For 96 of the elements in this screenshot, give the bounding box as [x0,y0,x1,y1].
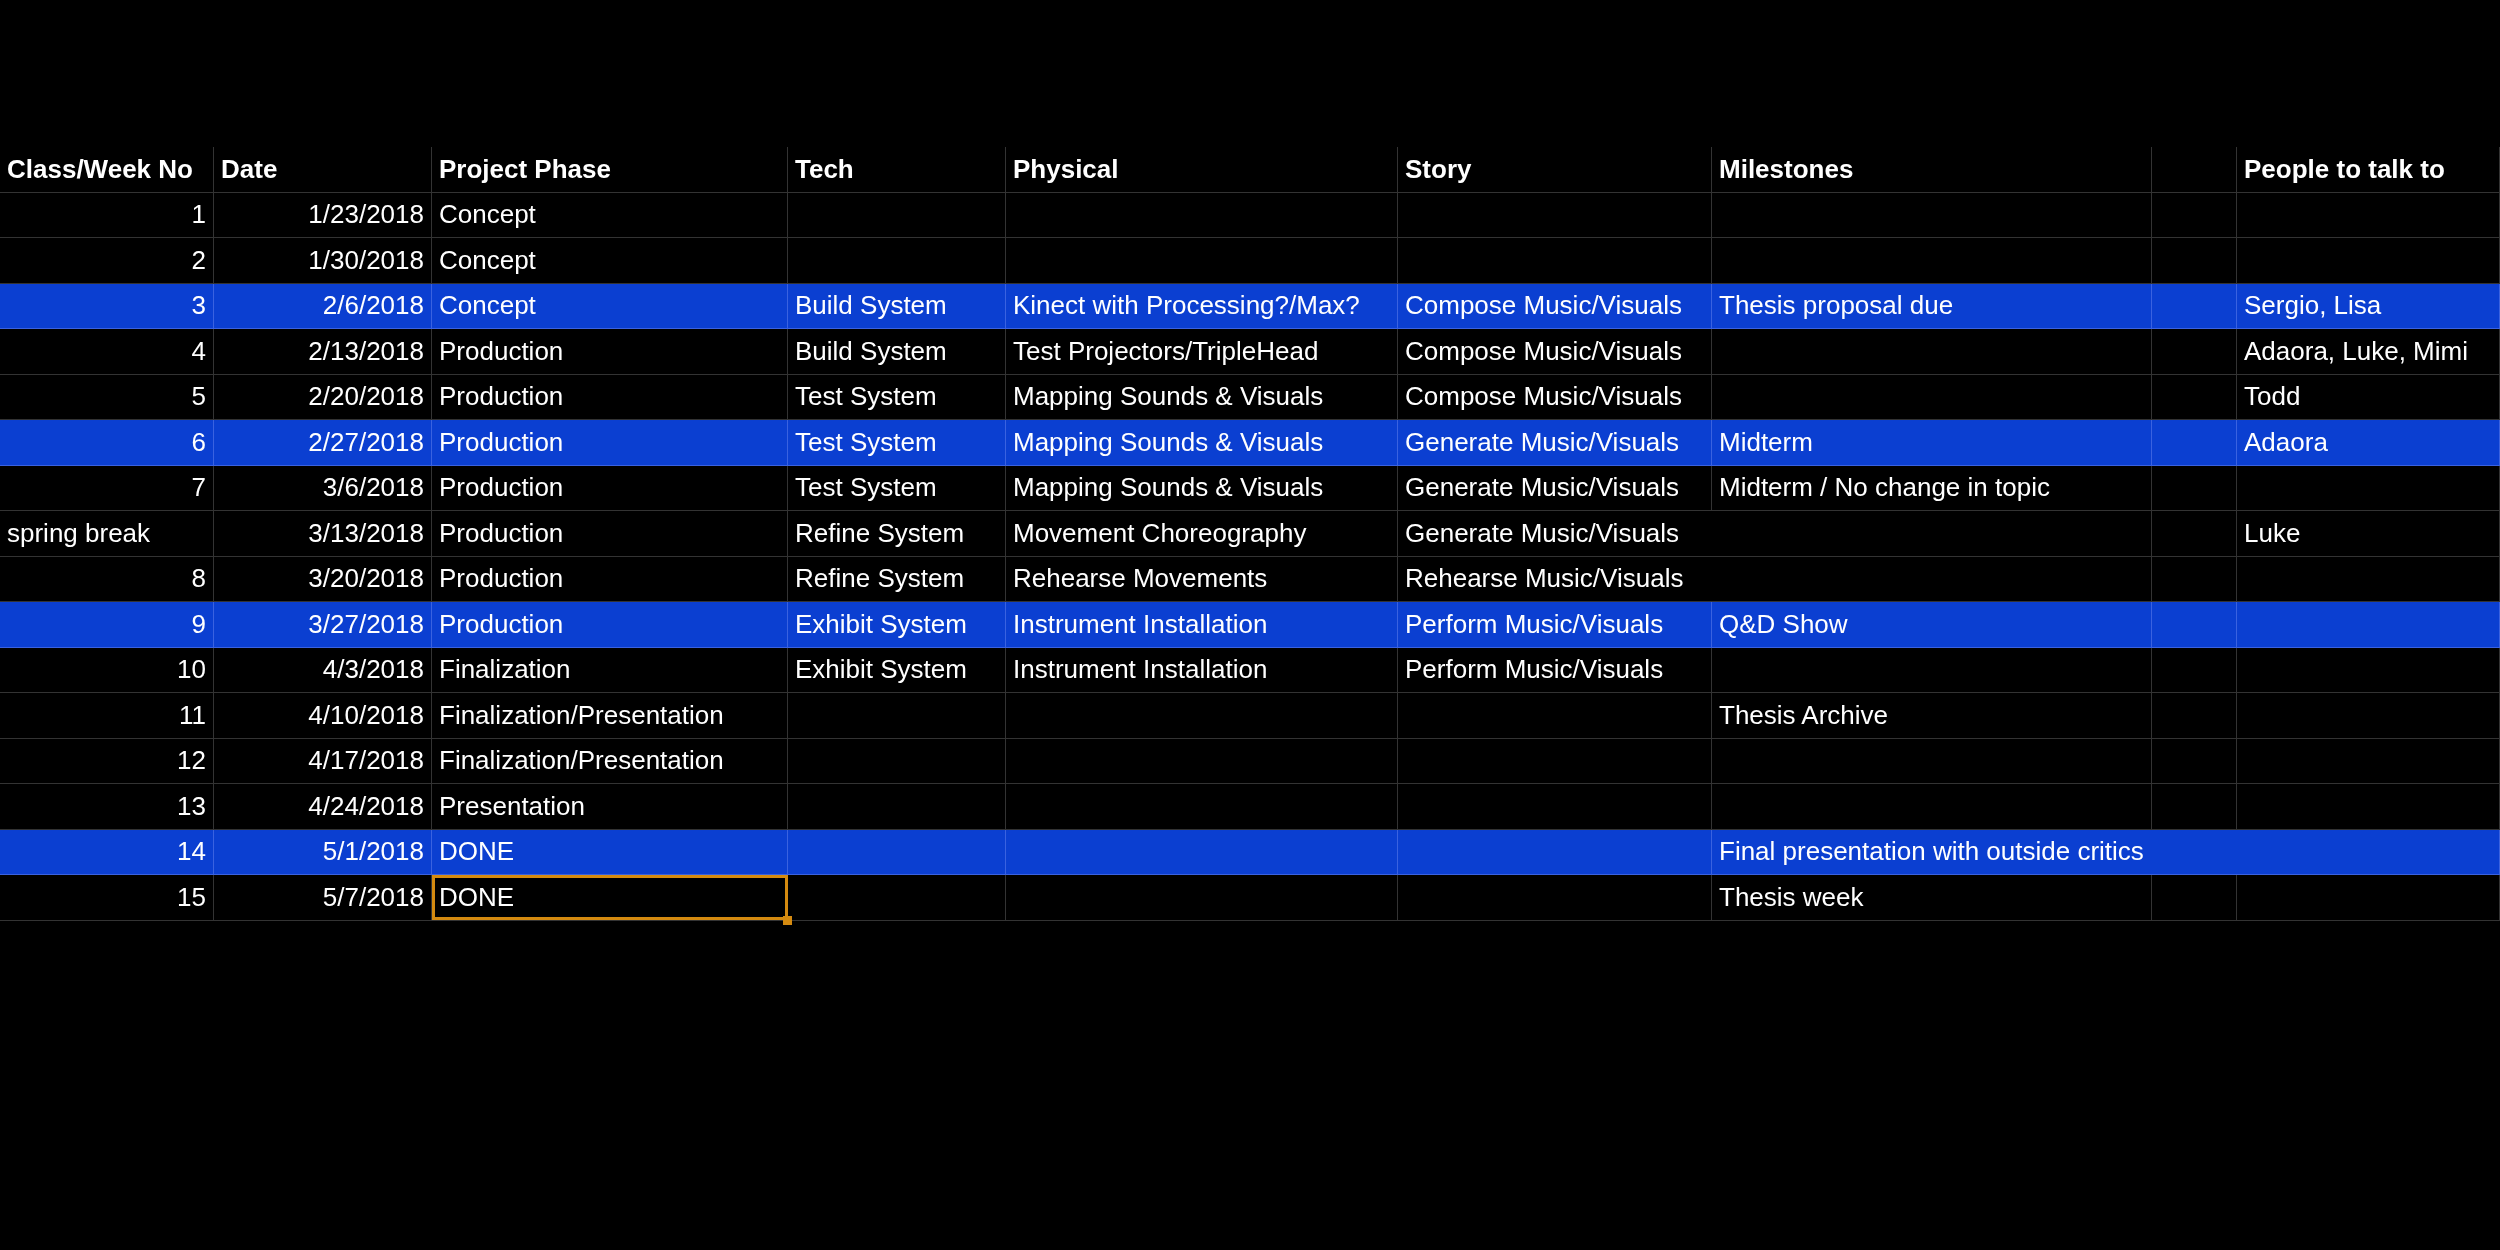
table-cell: Refine System [788,556,1006,601]
week-number-cell: 2 [0,238,214,283]
table-cell: Mapping Sounds & Visuals [1006,465,1398,510]
table-cell: Mapping Sounds & Visuals [1006,420,1398,465]
table-cell: Generate Music/Visuals [1398,465,1712,510]
table-cell: Build System [788,283,1006,328]
week-number-cell: 10 [0,647,214,692]
week-number-cell: 1 [0,192,214,237]
table-cell: Test System [788,465,1006,510]
week-number-cell: 12 [0,738,214,783]
table-cell: Production [432,329,788,374]
table-cell: DONE [432,875,788,920]
column-header: Class/Week No [0,147,214,192]
table-cell: 1/30/2018 [214,238,432,283]
fill-handle[interactable] [783,915,792,925]
table-cell: Compose Music/Visuals [1398,374,1712,419]
table-cell: Instrument Installation [1006,602,1398,647]
table-cell: Compose Music/Visuals [1398,329,1712,374]
table-cell: Todd [2237,374,2500,419]
table-cell: 2/20/2018 [214,374,432,419]
column-header: Story [1398,147,1712,192]
table-cell: Presentation [432,784,788,829]
table-cell: Thesis week [1712,875,2152,920]
table-cell: 3/27/2018 [214,602,432,647]
table-cell: Production [432,556,788,601]
table-cell: 4/24/2018 [214,784,432,829]
column-header: Tech [788,147,1006,192]
table-cell: Thesis Archive [1712,693,2152,738]
table-cell: Kinect with Processing?/Max? [1006,283,1398,328]
week-number-cell: 7 [0,465,214,510]
week-number-cell: 14 [0,829,214,874]
table-cell: 4/3/2018 [214,647,432,692]
week-number-cell: 3 [0,283,214,328]
table-cell: 4/10/2018 [214,693,432,738]
table-cell: Adaora, Luke, Mimi [2237,329,2500,374]
table-cell: Refine System [788,511,1006,556]
table-cell: 1/23/2018 [214,192,432,237]
table-cell: Test Projectors/TripleHead [1006,329,1398,374]
table-cell: Perform Music/Visuals [1398,602,1712,647]
table-cell: Mapping Sounds & Visuals [1006,374,1398,419]
week-number-cell: 5 [0,374,214,419]
column-header: Project Phase [432,147,788,192]
table-cell: Sergio, Lisa [2237,283,2500,328]
column-header: People to talk to [2237,147,2500,192]
table-cell: 2/13/2018 [214,329,432,374]
table-cell: Test System [788,420,1006,465]
table-cell: Production [432,420,788,465]
table-cell: 3/20/2018 [214,556,432,601]
table-cell: Final presentation with outside critics [1712,829,2500,874]
week-number-cell: 6 [0,420,214,465]
table-cell: Build System [788,329,1006,374]
table-cell: Luke [2237,511,2500,556]
table-cell: Compose Music/Visuals [1398,283,1712,328]
table-cell: Midterm [1712,420,2152,465]
week-number-cell: 15 [0,875,214,920]
week-number-cell: 4 [0,329,214,374]
table-cell: Midterm / No change in topic [1712,465,2152,510]
table-cell: 3/6/2018 [214,465,432,510]
table-cell: Thesis proposal due [1712,283,2152,328]
table-cell: Finalization/Presentation [432,738,788,783]
table-cell: 2/27/2018 [214,420,432,465]
table-cell: Production [432,602,788,647]
table-cell: Concept [432,238,788,283]
table-cell: Finalization/Presentation [432,693,788,738]
table-cell: Instrument Installation [1006,647,1398,692]
table-cell: 3/13/2018 [214,511,432,556]
column-header: Physical [1006,147,1398,192]
table-cell: Movement Choreography [1006,511,1398,556]
table-cell: Concept [432,283,788,328]
table-cell: Production [432,465,788,510]
table-cell: Generate Music/Visuals [1398,420,1712,465]
table-cell: Rehearse Music/Visuals [1398,556,2152,601]
table-cell: Production [432,374,788,419]
table-cell: 2/6/2018 [214,283,432,328]
table-cell: Concept [432,192,788,237]
column-header: Milestones [1712,147,2152,192]
table-cell: DONE [432,829,788,874]
table-cell: Generate Music/Visuals [1398,511,2152,556]
table-cell: Exhibit System [788,647,1006,692]
table-cell: Q&D Show [1712,602,2152,647]
table-cell: Production [432,511,788,556]
table-cell: Perform Music/Visuals [1398,647,1712,692]
week-number-cell: 11 [0,693,214,738]
table-cell: Finalization [432,647,788,692]
table-cell: Rehearse Movements [1006,556,1398,601]
week-number-cell: 13 [0,784,214,829]
note-cell: spring break [0,511,214,556]
table-cell: 5/1/2018 [214,829,432,874]
column-header: Date [214,147,432,192]
week-number-cell: 8 [0,556,214,601]
table-cell: Adaora [2237,420,2500,465]
table-cell: 5/7/2018 [214,875,432,920]
table-cell: Exhibit System [788,602,1006,647]
table-cell: Test System [788,374,1006,419]
week-number-cell: 9 [0,602,214,647]
table-cell: 4/17/2018 [214,738,432,783]
